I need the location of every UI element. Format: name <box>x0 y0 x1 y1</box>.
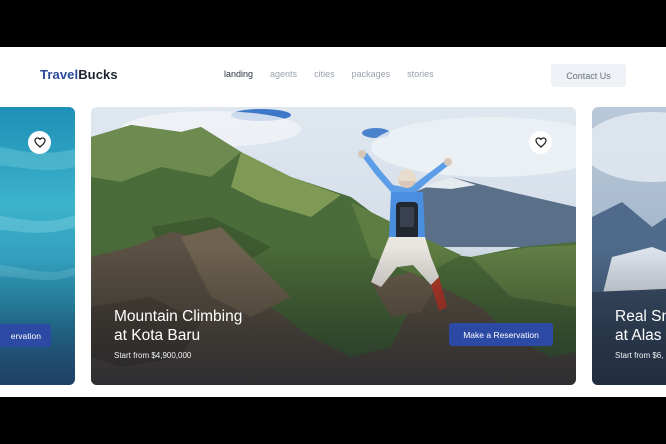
reservation-button-left[interactable]: ervation <box>0 324 51 347</box>
favorite-button-main[interactable] <box>529 131 552 154</box>
main-nav: landing agents cities packages stories <box>224 69 434 79</box>
make-reservation-button[interactable]: Make a Reservation <box>449 323 553 346</box>
destination-card-right[interactable]: Real Sn at Alas Start from $6, <box>592 107 666 385</box>
card-price-main: Start from $4,900,000 <box>114 351 192 360</box>
nav-item-landing[interactable]: landing <box>224 69 253 79</box>
contact-us-button[interactable]: Contact Us <box>551 64 626 87</box>
card-title-main: Mountain Climbing at Kota Baru <box>114 307 334 345</box>
brand-logo-part2: Bucks <box>78 67 118 82</box>
heart-icon <box>534 137 547 148</box>
card-title-line1: Real Sn <box>615 308 666 325</box>
card-title-line2: at Alas <box>615 327 662 344</box>
destination-card-main[interactable]: Mountain Climbing at Kota Baru Start fro… <box>91 107 576 385</box>
letterbox-top <box>0 0 666 47</box>
card-price-right: Start from $6, <box>615 351 664 360</box>
nav-item-packages[interactable]: packages <box>352 69 391 79</box>
brand-logo-part1: Travel <box>40 67 79 82</box>
brand-logo[interactable]: TravelBucks <box>40 67 118 82</box>
card-title-right: Real Sn at Alas <box>615 307 666 345</box>
card-title-line1: Mountain Climbing <box>114 308 243 325</box>
nav-item-stories[interactable]: stories <box>407 69 434 79</box>
favorite-button-left[interactable] <box>28 131 51 154</box>
card-title-line2: at Kota Baru <box>114 327 201 344</box>
nav-item-cities[interactable]: cities <box>314 69 335 79</box>
letterbox-bottom <box>0 397 666 444</box>
heart-icon <box>33 137 46 148</box>
page: TravelBucks landing agents cities packag… <box>0 47 666 397</box>
destination-card-left[interactable]: ervation <box>0 107 75 385</box>
nav-item-agents[interactable]: agents <box>270 69 297 79</box>
